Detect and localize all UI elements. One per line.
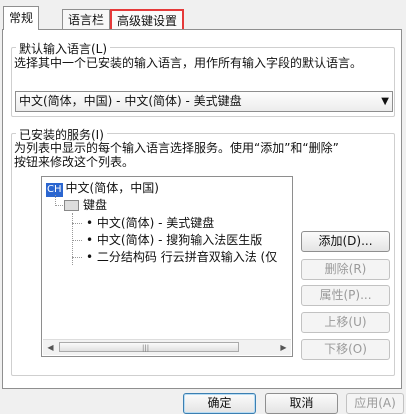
tree-connector	[72, 223, 82, 224]
tree-node-language-label: 中文(简体，中国)	[65, 181, 159, 195]
tree-connector	[55, 205, 63, 206]
ok-button[interactable]: 确定	[183, 393, 256, 414]
default-language-select[interactable]: 中文(简体，中国) - 中文(简体) - 美式键盘 ▼	[15, 91, 393, 112]
services-tree[interactable]: CH 中文(简体，中国) 键盘 • 中文(简体) - 美式键盘 • 中文(简体) …	[41, 176, 293, 357]
tab-advanced-key-settings-label: 高级键设置	[117, 14, 178, 28]
tab-language-bar[interactable]: 语言栏	[62, 9, 111, 29]
general-tab-panel: 默认输入语言(L) 选择其中一个已安装的输入语言，用作所有输入字段的默认语言。 …	[2, 29, 402, 389]
tree-item-service[interactable]: • 二分结构码 行云拼音双输入法 (仅	[86, 249, 277, 265]
default-language-selected: 中文(简体，中国) - 中文(简体) - 美式键盘	[19, 94, 242, 108]
tree-node-keyboard-label: 键盘	[83, 198, 108, 212]
scroll-right-icon[interactable]: ▶	[276, 340, 291, 355]
grip-icon: |||	[142, 344, 150, 352]
remove-button[interactable]: 删除(R)	[301, 259, 390, 280]
tree-connector	[72, 257, 82, 258]
tab-language-bar-label: 语言栏	[68, 13, 105, 27]
tab-general[interactable]: 常规	[3, 6, 40, 30]
tree-item-service-label: 二分结构码 行云拼音双输入法 (仅	[96, 250, 278, 264]
move-down-button[interactable]: 下移(O)	[301, 339, 390, 360]
chevron-down-icon: ▼	[381, 96, 389, 107]
tree-node-language[interactable]: CH 中文(简体，中国)	[46, 180, 159, 197]
tree-node-keyboard[interactable]: 键盘	[64, 197, 107, 213]
properties-button[interactable]: 属性(P)...	[301, 285, 390, 306]
tab-strip: 常规 语言栏 高级键设置	[0, 0, 406, 30]
scroll-left-icon[interactable]: ◀	[43, 340, 58, 355]
default-language-legend: 默认输入语言(L)	[16, 40, 111, 57]
add-button[interactable]: 添加(D)...	[301, 231, 390, 252]
default-language-description: 选择其中一个已安装的输入语言，用作所有输入字段的默认语言。	[14, 56, 363, 70]
tree-item-service[interactable]: • 中文(简体) - 搜狗输入法医生版	[86, 232, 262, 248]
tree-item-service-label: 中文(简体) - 美式键盘	[96, 216, 215, 230]
apply-button[interactable]: 应用(A)	[346, 393, 404, 414]
move-up-button[interactable]: 上移(U)	[301, 312, 390, 333]
installed-services-description-line2: 按钮来修改这个列表。	[14, 155, 135, 169]
cancel-button[interactable]: 取消	[265, 393, 338, 414]
installed-services-description-line1: 为列表中显示的每个输入语言选择服务。使用“添加”和“删除”	[14, 141, 339, 155]
scrollbar-thumb[interactable]: |||	[59, 342, 239, 352]
tab-advanced-key-settings[interactable]: 高级键设置	[110, 9, 185, 29]
tab-general-label: 常规	[9, 11, 34, 25]
tree-item-service[interactable]: • 中文(简体) - 美式键盘	[86, 215, 214, 231]
tree-connector	[72, 240, 82, 241]
tree-item-service-label: 中文(简体) - 搜狗输入法医生版	[96, 233, 263, 247]
horizontal-scrollbar[interactable]: ◀ ||| ▶	[43, 339, 291, 355]
keyboard-icon	[64, 200, 79, 211]
